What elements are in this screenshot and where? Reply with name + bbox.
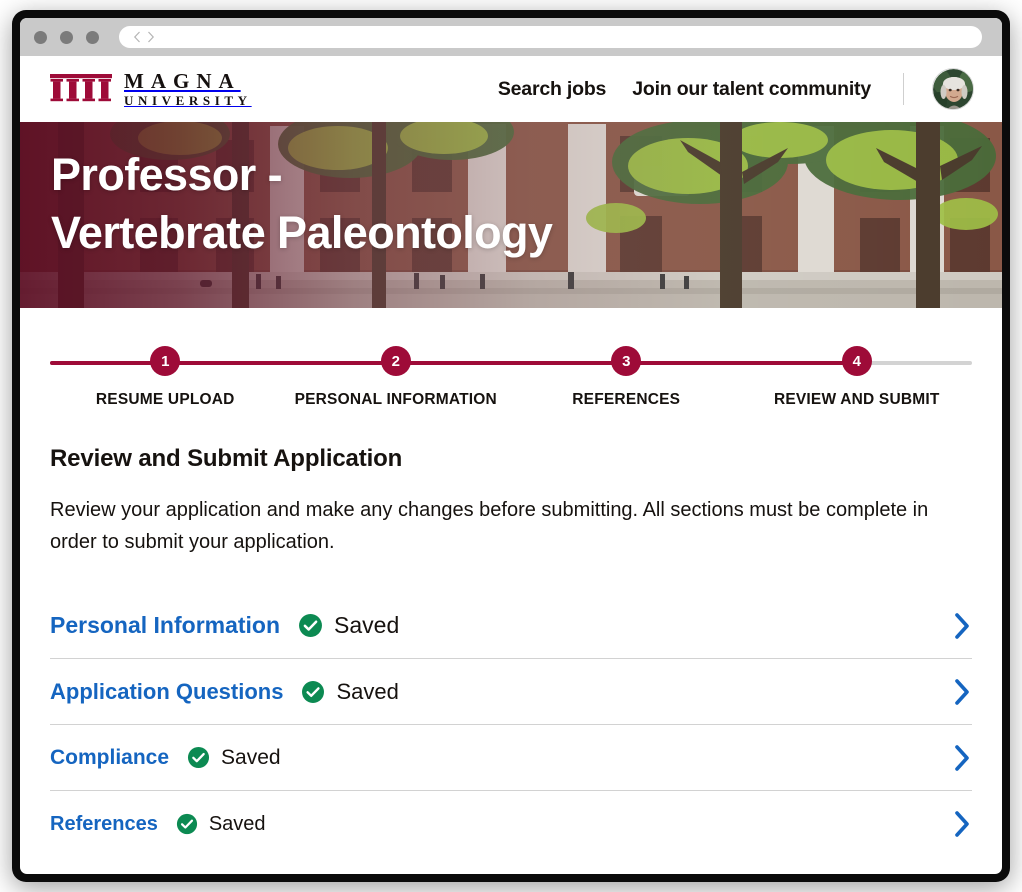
main-content: Review and Submit Application Review you…: [20, 409, 1002, 857]
status-text: Saved: [208, 812, 266, 835]
browser-viewport: MAGNA UNIVERSITY Search jobs Join our ta…: [20, 18, 1002, 874]
maximize-window-button[interactable]: [86, 30, 99, 44]
section-link-application-questions[interactable]: Application Questions: [50, 679, 283, 705]
hero-title-line1: Professor -: [51, 149, 283, 200]
application-sections-list: Personal Information Saved Application Q…: [50, 593, 972, 857]
site-header: MAGNA UNIVERSITY Search jobs Join our ta…: [20, 56, 1002, 122]
stepper-track-area: 1 2 3 4: [50, 346, 972, 380]
step-node-3[interactable]: 3: [611, 346, 642, 376]
section-row-personal-information[interactable]: Personal Information Saved: [50, 593, 972, 660]
section-row-application-questions[interactable]: Application Questions Saved: [50, 659, 972, 726]
chevron-right-icon: [148, 31, 155, 43]
hero-title-line2: Vertebrate Paleontology: [51, 206, 553, 258]
check-circle-icon: [187, 747, 210, 769]
hero-banner: Professor - Vertebrate Paleontology: [20, 122, 1002, 308]
logo-wordmark: MAGNA UNIVERSITY: [124, 69, 252, 108]
browser-titlebar: [20, 18, 1002, 56]
chevron-right-icon[interactable]: [952, 677, 972, 707]
check-circle-icon: [176, 814, 197, 835]
minimize-window-button[interactable]: [60, 30, 73, 44]
section-description: Review your application and make any cha…: [50, 499, 929, 553]
logo-line-university: UNIVERSITY: [124, 92, 252, 108]
check-circle-icon: [302, 680, 325, 703]
section-link-personal-information[interactable]: Personal Information: [50, 612, 280, 639]
nav-link-talent-community[interactable]: Join our talent community: [632, 78, 871, 101]
close-window-button[interactable]: [34, 30, 47, 44]
site-logo[interactable]: MAGNA UNIVERSITY: [50, 69, 252, 108]
section-heading: Review and Submit Application: [50, 445, 403, 472]
step-label-personal-information[interactable]: PERSONAL INFORMATION: [281, 391, 512, 409]
section-row-compliance[interactable]: Compliance Saved: [50, 725, 972, 792]
address-bar[interactable]: [119, 26, 982, 48]
window-controls[interactable]: [34, 30, 99, 44]
four-columns-icon: [50, 74, 112, 102]
status-text: Saved: [334, 612, 400, 639]
stepper-labels: RESUME UPLOAD PERSONAL INFORMATION REFER…: [50, 391, 972, 409]
check-circle-icon: [299, 614, 323, 638]
step-label-references[interactable]: REFERENCES: [511, 391, 742, 409]
status-text: Saved: [221, 745, 281, 769]
step-label-review-and-submit[interactable]: REVIEW AND SUBMIT: [742, 391, 973, 409]
page-title: Professor - Vertebrate Paleontology: [51, 146, 553, 261]
section-status-application-questions: Saved: [301, 678, 399, 705]
step-node-4[interactable]: 4: [841, 346, 872, 376]
header-navigation: Search jobs Join our talent community: [498, 68, 974, 110]
browser-window: MAGNA UNIVERSITY Search jobs Join our ta…: [12, 10, 1010, 882]
avatar[interactable]: [932, 68, 974, 110]
chevron-left-icon: [133, 31, 140, 43]
step-label-resume-upload[interactable]: RESUME UPLOAD: [50, 391, 281, 409]
status-text: Saved: [336, 678, 399, 704]
section-link-references[interactable]: References: [50, 813, 158, 836]
chevron-right-icon[interactable]: [952, 809, 972, 839]
browser-nav-icons[interactable]: [133, 31, 155, 43]
header-divider: [903, 73, 904, 105]
application-progress: 1 2 3 4 RESUME UPLOAD PERSONAL INFORMATI…: [20, 308, 1002, 409]
chevron-right-icon[interactable]: [952, 611, 972, 641]
section-row-references[interactable]: References Saved: [50, 791, 972, 857]
section-status-personal-information: Saved: [298, 612, 399, 639]
chevron-right-icon[interactable]: [952, 743, 972, 773]
section-status-compliance: Saved: [187, 746, 281, 770]
logo-line-magna: MAGNA: [124, 69, 241, 94]
section-status-references: Saved: [176, 813, 266, 836]
nav-link-search-jobs[interactable]: Search jobs: [498, 78, 607, 101]
avatar-image: [933, 69, 973, 109]
step-node-2[interactable]: 2: [380, 346, 411, 376]
section-link-compliance[interactable]: Compliance: [50, 746, 169, 770]
step-node-1[interactable]: 1: [150, 346, 181, 376]
